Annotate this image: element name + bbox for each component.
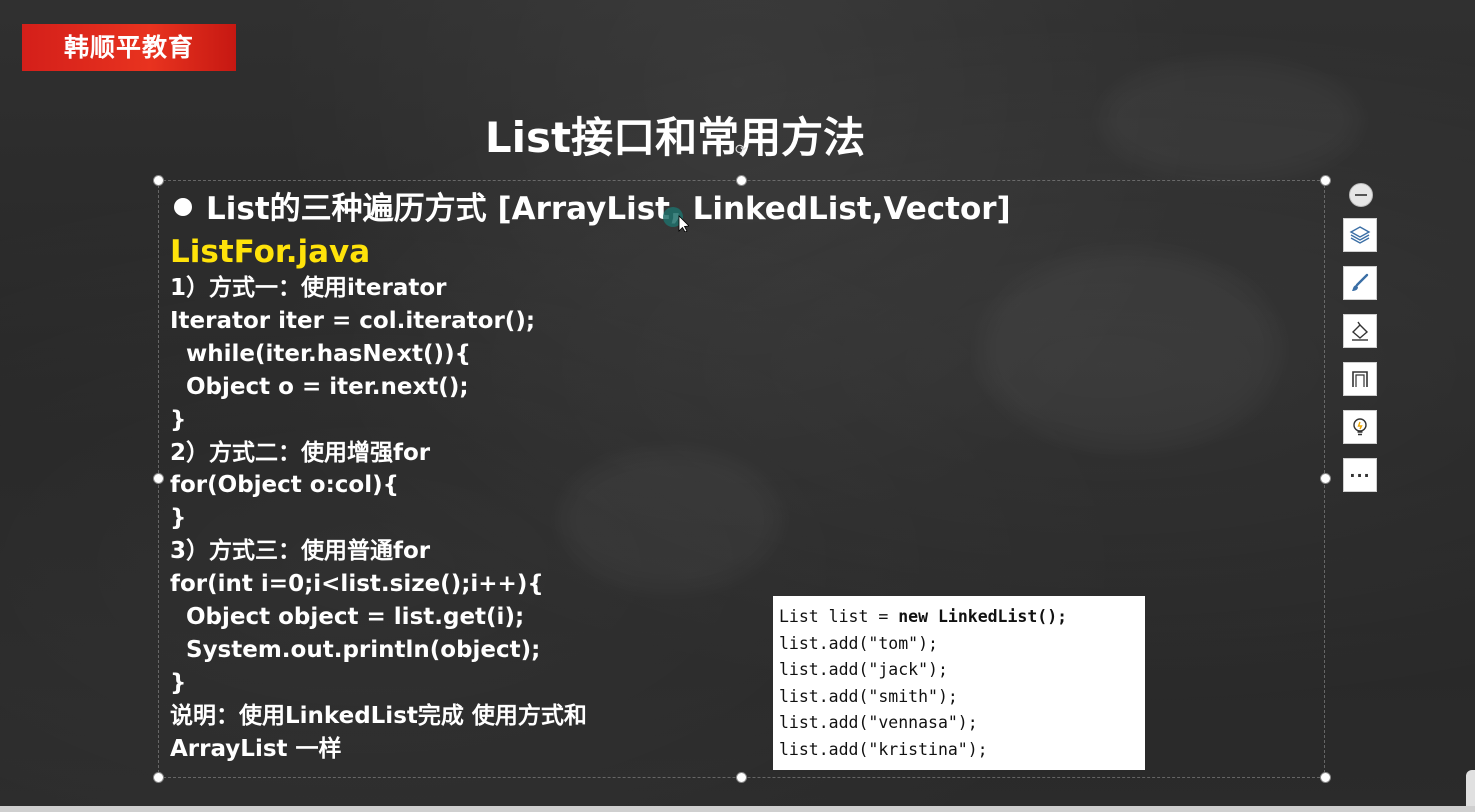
code-line: for(Object o:col){ [170, 472, 400, 499]
rotate-handle-icon[interactable]: ⟳ [735, 143, 749, 157]
code-line: } [170, 505, 187, 532]
more-label: ··· [1349, 465, 1371, 485]
collapse-icon[interactable] [1349, 183, 1373, 207]
code-line: list.add("tom"); [779, 633, 938, 653]
lightbulb-icon[interactable] [1343, 410, 1377, 444]
fill-icon[interactable] [1343, 314, 1377, 348]
code-line: Object o = iter.next(); [186, 373, 469, 400]
brush-icon[interactable] [1343, 266, 1377, 300]
code-line: list.add("vennasa"); [779, 713, 978, 732]
slide-canvas: 韩顺平教育 List接口和常用方法 ⟳ List的三种遍历方式 [ArrayLi… [0, 0, 1475, 812]
code-line: list.add("kristina"); [779, 739, 988, 759]
code-line: 3）方式三：使用普通for [170, 538, 431, 565]
resize-handle-bottom-left[interactable] [153, 772, 164, 783]
code-line: List list = [779, 607, 899, 626]
bullet-dot-icon [174, 198, 192, 216]
frame-icon[interactable] [1343, 362, 1377, 396]
chalk-smudge [1100, 60, 1360, 180]
code-line: } [170, 406, 187, 433]
mouse-pointer-icon [663, 207, 689, 232]
more-icon[interactable]: ··· [1343, 458, 1377, 492]
brand-logo: 韩顺平教育 [22, 24, 236, 71]
code-snippet-box[interactable]: List list = new LinkedList(); list.add("… [773, 596, 1145, 770]
code-line: while(iter.hasNext()){ [186, 340, 471, 367]
resize-handle-bottom[interactable] [736, 772, 747, 783]
code-line: list.add("smith"); [779, 686, 958, 706]
file-name: ListFor.java [170, 234, 371, 270]
code-line: list.add("jack"); [779, 660, 948, 679]
bottom-status-bar [0, 806, 1475, 812]
resize-handle-left[interactable] [153, 473, 164, 484]
resize-handle-top[interactable] [736, 175, 747, 186]
code-line: 2）方式二：使用增强for [170, 439, 431, 466]
slide-title[interactable]: List接口和常用方法 [470, 108, 880, 168]
resize-handle-bottom-right[interactable] [1320, 772, 1331, 783]
code-keyword: new LinkedList(); [898, 607, 1068, 626]
resize-handle-top-right[interactable] [1320, 175, 1331, 186]
code-line: 1）方式一：使用iterator [170, 275, 447, 301]
layers-icon[interactable] [1343, 218, 1377, 252]
code-line: Iterator iter = col.iterator(); [170, 307, 536, 334]
resize-handle-right[interactable] [1320, 473, 1331, 484]
bullet-heading-text: List的三种遍历方式 [ArrayList, LinkedList,Vecto… [206, 191, 1011, 227]
resize-handle-top-left[interactable] [153, 175, 164, 186]
bullet-heading: List的三种遍历方式 [ArrayList, LinkedList,Vecto… [170, 186, 1110, 232]
